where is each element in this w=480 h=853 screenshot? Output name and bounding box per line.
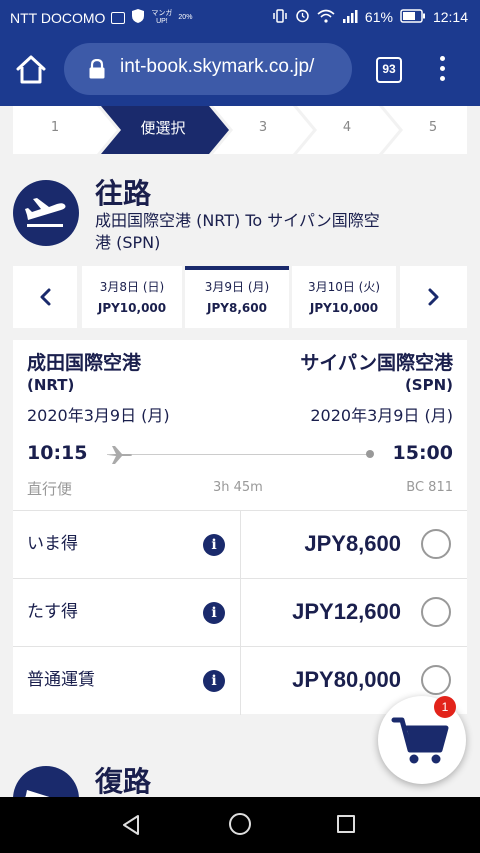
signal-icon xyxy=(342,9,358,26)
fare-name: いま得 xyxy=(27,534,78,554)
fare-divider xyxy=(240,579,241,647)
flight-type: 直行便 xyxy=(27,480,73,498)
departure-airport: 成田国際空港 xyxy=(27,352,142,374)
date-label: 3月10日 (火) xyxy=(307,280,381,294)
battery-icon xyxy=(400,8,426,26)
cart-count-badge: 1 xyxy=(434,696,456,718)
home-circle-icon[interactable] xyxy=(229,813,251,835)
fare-divider xyxy=(240,647,241,715)
airplane-icon xyxy=(107,444,133,466)
outbound-title: 往路 xyxy=(95,177,152,210)
fare-radio-button[interactable] xyxy=(421,597,451,627)
step-3: 3 xyxy=(258,120,268,135)
back-icon[interactable] xyxy=(120,813,144,837)
date-option-2[interactable]: 3月10日 (火) JPY10,000 xyxy=(292,266,396,328)
fare-divider xyxy=(240,511,241,579)
step-progress: 1 便選択 3 4 5 xyxy=(13,106,467,154)
activity-icon xyxy=(111,11,126,24)
status-bar: NTT DOCOMO マンガ UP! 20% 61% 12:14 xyxy=(0,0,480,34)
lock-icon xyxy=(88,58,106,79)
alarm-icon xyxy=(295,8,310,26)
date-option-0[interactable]: 3月8日 (日) JPY10,000 xyxy=(82,266,182,328)
prev-date-button[interactable] xyxy=(13,266,77,328)
arrival-plane-icon xyxy=(13,766,79,797)
next-date-button[interactable] xyxy=(400,266,467,328)
url-text: int-book.skymark.co.jp/ xyxy=(120,56,315,77)
manga-app-icon: マンガ UP! xyxy=(151,9,173,25)
step-2-active: 便選択 xyxy=(140,119,186,137)
fare-price: JPY8,600 xyxy=(304,531,401,556)
overflow-menu-icon[interactable] xyxy=(434,56,450,86)
step-5: 5 xyxy=(428,120,438,135)
arrival-date: 2020年3月9日 (月) xyxy=(310,406,453,425)
outbound-route: 成田国際空港 (NRT) To サイパン国際空 xyxy=(95,211,380,230)
info-icon[interactable]: i xyxy=(203,602,225,624)
url-bar[interactable]: int-book.skymark.co.jp/ xyxy=(64,43,352,95)
battery-percent: 61% xyxy=(364,9,393,25)
chevron-left-icon xyxy=(40,288,51,306)
flight-path-line xyxy=(107,454,371,455)
step-1: 1 xyxy=(50,120,60,135)
date-label: 3月9日 (月) xyxy=(204,280,270,294)
date-price: JPY10,000 xyxy=(97,301,167,315)
info-icon[interactable]: i xyxy=(203,534,225,556)
carrier-label: NTT DOCOMO xyxy=(10,9,106,26)
fare-price: JPY12,600 xyxy=(292,599,401,624)
departure-code: (NRT) xyxy=(27,376,75,394)
date-price: JPY10,000 xyxy=(309,301,379,315)
flight-number: BC 811 xyxy=(406,480,453,495)
fare-radio-button[interactable] xyxy=(421,529,451,559)
shield-icon xyxy=(131,8,145,27)
fare-row[interactable]: たす得 i JPY12,600 xyxy=(13,578,467,647)
arrival-dot xyxy=(366,450,374,458)
system-nav-bar xyxy=(0,797,480,853)
date-price: JPY8,600 xyxy=(207,301,267,315)
departure-date: 2020年3月9日 (月) xyxy=(27,406,170,425)
date-label: 3月8日 (日) xyxy=(99,280,165,294)
page-content: 1 便選択 3 4 5 往路 成田国際空港 (NRT) To サイパン国際空 港… xyxy=(0,106,480,797)
info-icon[interactable]: i xyxy=(203,670,225,692)
wifi-icon xyxy=(317,9,335,26)
arrival-airport: サイパン国際空港 xyxy=(300,352,453,374)
chevron-right-icon xyxy=(428,288,439,306)
vibrate-icon xyxy=(272,8,288,26)
fare-price: JPY80,000 xyxy=(292,667,401,692)
return-title: 復路 xyxy=(95,765,152,797)
fare-name: 普通運賃 xyxy=(27,670,95,690)
recent-apps-icon[interactable] xyxy=(337,815,355,833)
flight-card: 成田国際空港 (NRT) サイパン国際空港 (SPN) 2020年3月9日 (月… xyxy=(13,340,467,715)
flight-duration: 3h 45m xyxy=(213,480,263,495)
arrival-code: (SPN) xyxy=(404,376,453,394)
step-4: 4 xyxy=(342,120,352,135)
browser-toolbar: int-book.skymark.co.jp/ 93 xyxy=(0,34,480,106)
home-icon[interactable] xyxy=(14,54,48,86)
outbound-route-cont: 港 (SPN) xyxy=(95,233,161,252)
weather-icon: 20% xyxy=(178,13,193,21)
date-selector: 3月8日 (日) JPY10,000 3月9日 (月) JPY8,600 3月1… xyxy=(13,266,467,328)
clock-time: 12:14 xyxy=(432,9,468,25)
departure-time: 10:15 xyxy=(27,442,88,464)
tab-switcher-button[interactable]: 93 xyxy=(376,57,402,83)
fare-name: たす得 xyxy=(27,602,78,622)
arrival-time: 15:00 xyxy=(392,442,453,464)
fare-row[interactable]: いま得 i JPY8,600 xyxy=(13,510,467,579)
date-option-1-selected[interactable]: 3月9日 (月) JPY8,600 xyxy=(185,266,289,328)
fare-radio-button[interactable] xyxy=(421,665,451,695)
